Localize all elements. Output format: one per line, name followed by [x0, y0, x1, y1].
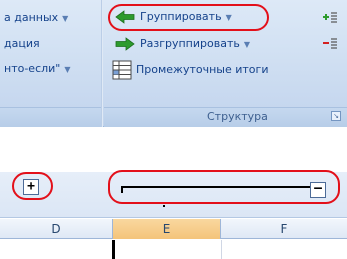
highlight-group-button	[108, 4, 269, 31]
column-header-f[interactable]: F	[221, 219, 347, 239]
column-header-row: D E F	[0, 219, 347, 239]
group-separator	[101, 0, 103, 127]
group-name-label: Структура	[207, 110, 268, 123]
dialog-launcher-icon[interactable]: ↘	[331, 111, 341, 121]
cell-grid[interactable]	[0, 240, 347, 259]
chevron-down-icon: ▼	[62, 14, 69, 23]
ribbon-left-item-1-label: дация	[4, 37, 40, 50]
ribbon-left-item-0-label: а данных	[4, 11, 59, 24]
subtotal-table-icon	[112, 60, 132, 80]
column-header-e[interactable]: E	[113, 219, 221, 239]
ribbon-left-item-0[interactable]: а данных ▼	[4, 11, 68, 24]
hide-detail-icon[interactable]	[322, 37, 338, 51]
ungroup-button[interactable]: Разгруппировать ▼	[140, 37, 250, 50]
subtotal-button[interactable]: Промежуточные итоги	[136, 63, 268, 76]
highlight-collapse-bracket	[108, 170, 340, 204]
show-detail-icon[interactable]	[322, 11, 338, 25]
chevron-down-icon: ▼	[64, 65, 71, 74]
ribbon-left-item-2-label: нто-если"	[4, 62, 61, 75]
outline-level-dot	[163, 205, 165, 207]
ungroup-button-label: Разгруппировать	[140, 37, 240, 50]
group-footer-left	[0, 107, 101, 127]
ribbon-left-item-2[interactable]: нто-если" ▼	[4, 62, 71, 75]
ribbon-left-item-1[interactable]: дация	[4, 37, 40, 50]
subtotal-button-label: Промежуточные итоги	[136, 63, 269, 76]
chevron-down-icon: ▼	[243, 40, 251, 49]
gridline	[221, 240, 222, 259]
column-header-d[interactable]: D	[0, 219, 113, 239]
selection-border	[112, 240, 115, 259]
ungroup-arrow-icon	[115, 37, 135, 51]
highlight-expand-button	[12, 172, 53, 200]
ribbon: а данных ▼ дация нто-если" ▼ Группировать ▼…	[0, 0, 347, 127]
